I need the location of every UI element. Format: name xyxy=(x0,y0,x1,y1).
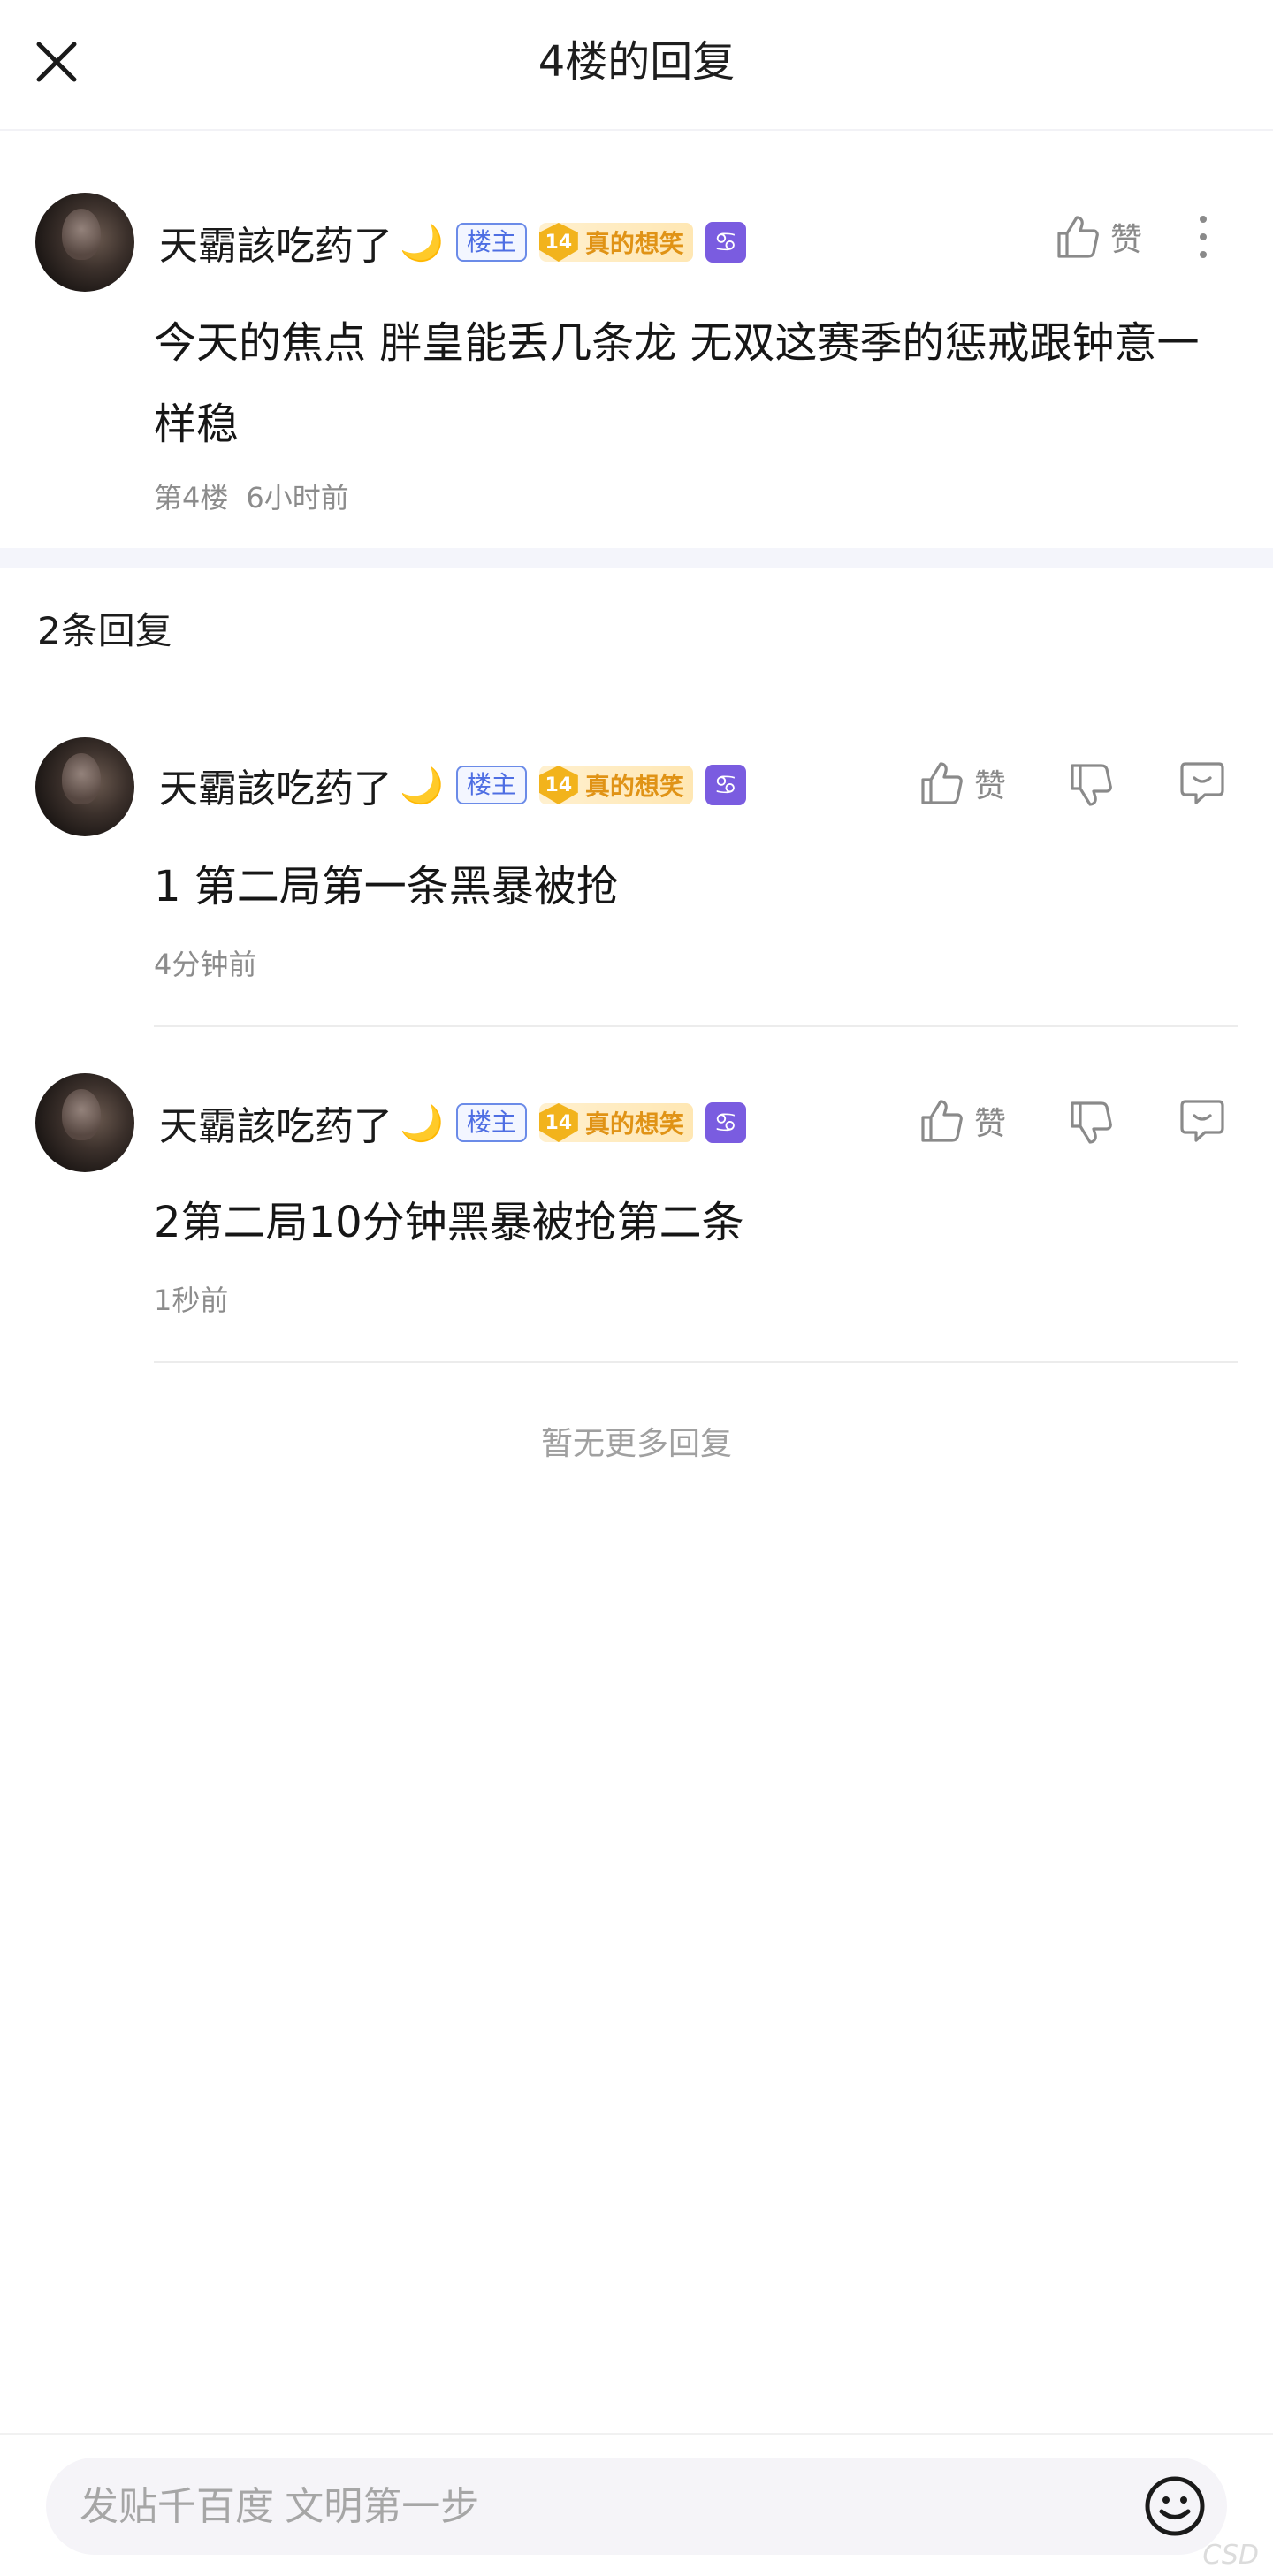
zodiac-cancer-icon: ♋ xyxy=(705,765,746,805)
user-row: 天霸該吃药了 🌙 楼主 14 真的想笑 ♋ xyxy=(159,1096,746,1149)
reply-input[interactable] xyxy=(78,2458,1098,2557)
thumbs-up-icon xyxy=(921,1100,963,1142)
level-badge[interactable]: 14 真的想笑 xyxy=(538,766,693,804)
post-time: 6小时前 xyxy=(246,481,349,514)
dislike-button[interactable] xyxy=(1064,1096,1117,1149)
like-button[interactable]: 赞 xyxy=(919,760,1006,806)
reply-time: 4分钟前 xyxy=(154,948,257,981)
smiley-icon xyxy=(1145,2476,1205,2536)
reply-content: 1 第二局第一条黑暴被抢 xyxy=(154,862,619,911)
watermark: CSD xyxy=(1202,2540,1259,2571)
user-row: 天霸該吃药了 🌙 楼主 14 真的想笑 ♋ xyxy=(159,216,746,269)
user-row: 天霸該吃药了 🌙 楼主 14 真的想笑 ♋ xyxy=(159,758,746,812)
reply-button[interactable] xyxy=(1176,1094,1229,1147)
thumbs-up-icon xyxy=(1057,216,1099,258)
username[interactable]: 天霸該吃药了 xyxy=(159,214,393,271)
reply-content: 2第二局10分钟黑暴被抢第二条 xyxy=(154,1198,744,1247)
reply-button[interactable] xyxy=(1176,757,1229,810)
level-number: 14 xyxy=(538,1103,578,1142)
no-more-replies: 暂无更多回复 xyxy=(540,1426,732,1462)
floor-label: 第4楼 xyxy=(154,481,229,514)
zodiac-cancer-icon: ♋ xyxy=(705,222,746,263)
thumbs-up-icon xyxy=(921,762,963,804)
moon-icon: 🌙 xyxy=(400,1102,444,1144)
level-number: 14 xyxy=(538,223,578,262)
like-label: 赞 xyxy=(1110,222,1143,258)
bottom-divider xyxy=(0,2433,1273,2435)
reply-separator xyxy=(154,1361,1238,1363)
more-options-button[interactable] xyxy=(1181,210,1225,263)
avatar[interactable] xyxy=(35,1073,134,1172)
level-number: 14 xyxy=(538,766,578,804)
level-badge[interactable]: 14 真的想笑 xyxy=(538,223,693,262)
username[interactable]: 天霸該吃药了 xyxy=(159,1094,393,1151)
more-vertical-icon xyxy=(1200,216,1207,258)
comment-bubble-icon xyxy=(1180,1100,1224,1142)
like-label: 赞 xyxy=(974,1106,1007,1142)
avatar[interactable] xyxy=(35,737,134,836)
top-bar: 4楼的回复 xyxy=(0,0,1273,131)
dislike-button[interactable] xyxy=(1064,758,1117,812)
section-divider xyxy=(0,548,1273,568)
thumbs-down-icon xyxy=(1071,764,1112,806)
like-button[interactable]: 赞 xyxy=(919,1098,1006,1144)
username[interactable]: 天霸該吃药了 xyxy=(159,757,393,813)
moon-icon: 🌙 xyxy=(400,765,444,806)
owner-badge: 楼主 xyxy=(455,766,527,804)
zodiac-cancer-icon: ♋ xyxy=(705,1102,746,1143)
original-post: 天霸該吃药了 🌙 楼主 14 真的想笑 ♋ 赞 今天的焦点 胖皇能丢几条龙 无双… xyxy=(0,129,1273,548)
like-button[interactable]: 赞 xyxy=(1056,214,1142,260)
reply-separator xyxy=(154,1025,1238,1027)
reply-time: 1秒前 xyxy=(154,1284,229,1317)
thumbs-down-icon xyxy=(1071,1101,1112,1144)
reply-input-bar xyxy=(46,2458,1227,2557)
reply-count: 2条回复 xyxy=(37,609,172,652)
level-name: 真的想笑 xyxy=(584,1109,684,1139)
avatar[interactable] xyxy=(35,193,134,292)
level-badge[interactable]: 14 真的想笑 xyxy=(538,1103,693,1142)
comment-bubble-icon xyxy=(1180,762,1224,804)
level-name: 真的想笑 xyxy=(584,772,684,801)
owner-badge: 楼主 xyxy=(455,1103,527,1142)
emoji-button[interactable] xyxy=(1142,2473,1208,2539)
owner-badge: 楼主 xyxy=(455,223,527,262)
page-title: 4楼的回复 xyxy=(537,37,736,87)
level-name: 真的想笑 xyxy=(584,229,684,258)
like-label: 赞 xyxy=(974,768,1007,804)
moon-icon: 🌙 xyxy=(400,222,444,263)
post-content: 今天的焦点 胖皇能丢几条龙 无双这赛季的惩戒跟钟意一样稳 xyxy=(154,318,1200,449)
post-meta: 第4楼 6小时前 xyxy=(154,476,349,516)
